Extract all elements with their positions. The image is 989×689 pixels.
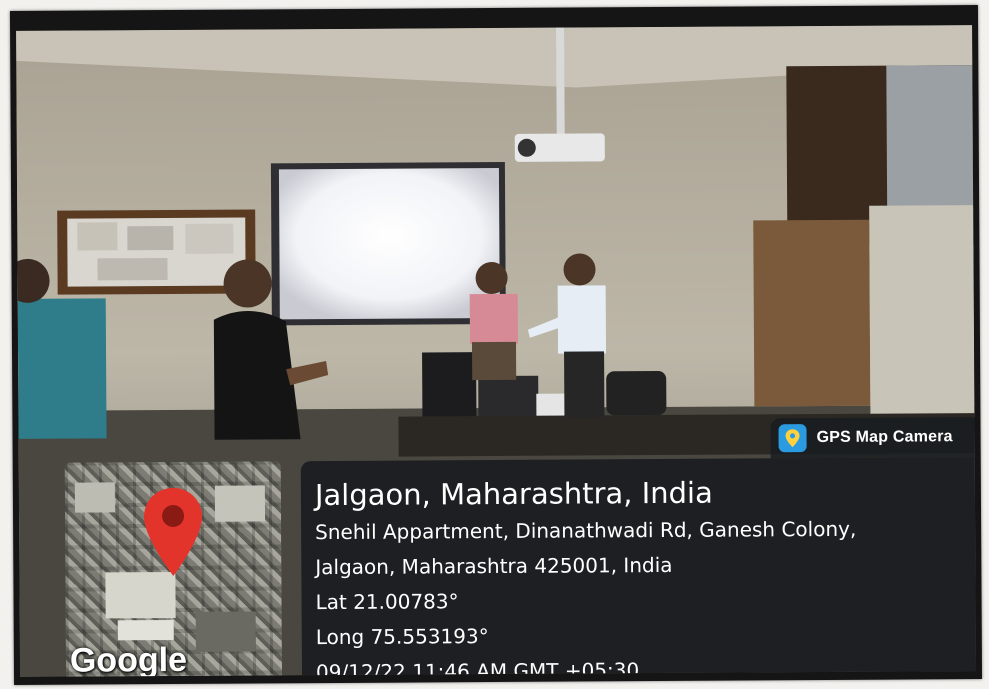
notice-paper: [77, 222, 118, 251]
map-building: [195, 611, 256, 652]
map-building: [105, 571, 176, 619]
photo-frame: GPS Map Camera Google Jalgaon, Maharasht…: [9, 5, 983, 685]
notice-paper: [127, 225, 174, 251]
gps-app-name: GPS Map Camera: [816, 428, 953, 447]
satellite-map-thumbnail: Google: [64, 461, 283, 677]
window-paper: [886, 65, 974, 216]
map-pin-icon: [778, 424, 807, 453]
person-left-shirt: [17, 298, 107, 439]
notice-paper: [97, 258, 168, 281]
cpu-tower: [422, 352, 477, 423]
latitude: Lat 21.00783°: [315, 589, 459, 615]
projector-mount: [556, 27, 565, 138]
person-pink-shirt: [469, 293, 518, 345]
google-watermark: Google: [69, 640, 188, 677]
map-building: [117, 619, 174, 641]
location-title: Jalgaon, Maharashtra, India: [314, 475, 713, 513]
timestamp: 09/12/22 11:46 AM GMT +05:30: [315, 658, 640, 677]
chair: [606, 371, 667, 416]
gps-app-stamp: GPS Map Camera: [770, 417, 977, 459]
person-pink-trousers: [471, 341, 517, 381]
longitude: Long 75.553193°: [315, 624, 489, 650]
person-pink-head: [475, 262, 508, 295]
wooden-cupboard: [753, 219, 871, 407]
projector-lens: [517, 138, 536, 157]
projector-screen: [278, 167, 500, 320]
map-building: [214, 485, 266, 522]
doorway: [869, 205, 975, 416]
person-white-trousers: [564, 351, 605, 418]
address-line-1: Snehil Appartment, Dinanathwadi Rd, Gane…: [315, 516, 857, 545]
person-white-shirt: [557, 285, 607, 354]
location-info-panel: Jalgaon, Maharashtra, India Snehil Appar…: [300, 457, 977, 677]
notice-paper: [185, 223, 234, 254]
person-white-head: [563, 253, 596, 286]
address-line-2: Jalgaon, Maharashtra 425001, India: [315, 552, 673, 580]
map-building: [74, 482, 116, 513]
photo: GPS Map Camera Google Jalgaon, Maharasht…: [16, 25, 977, 677]
monitor: [478, 375, 539, 423]
person-center-head: [223, 259, 272, 308]
map-marker-icon: [144, 487, 203, 576]
